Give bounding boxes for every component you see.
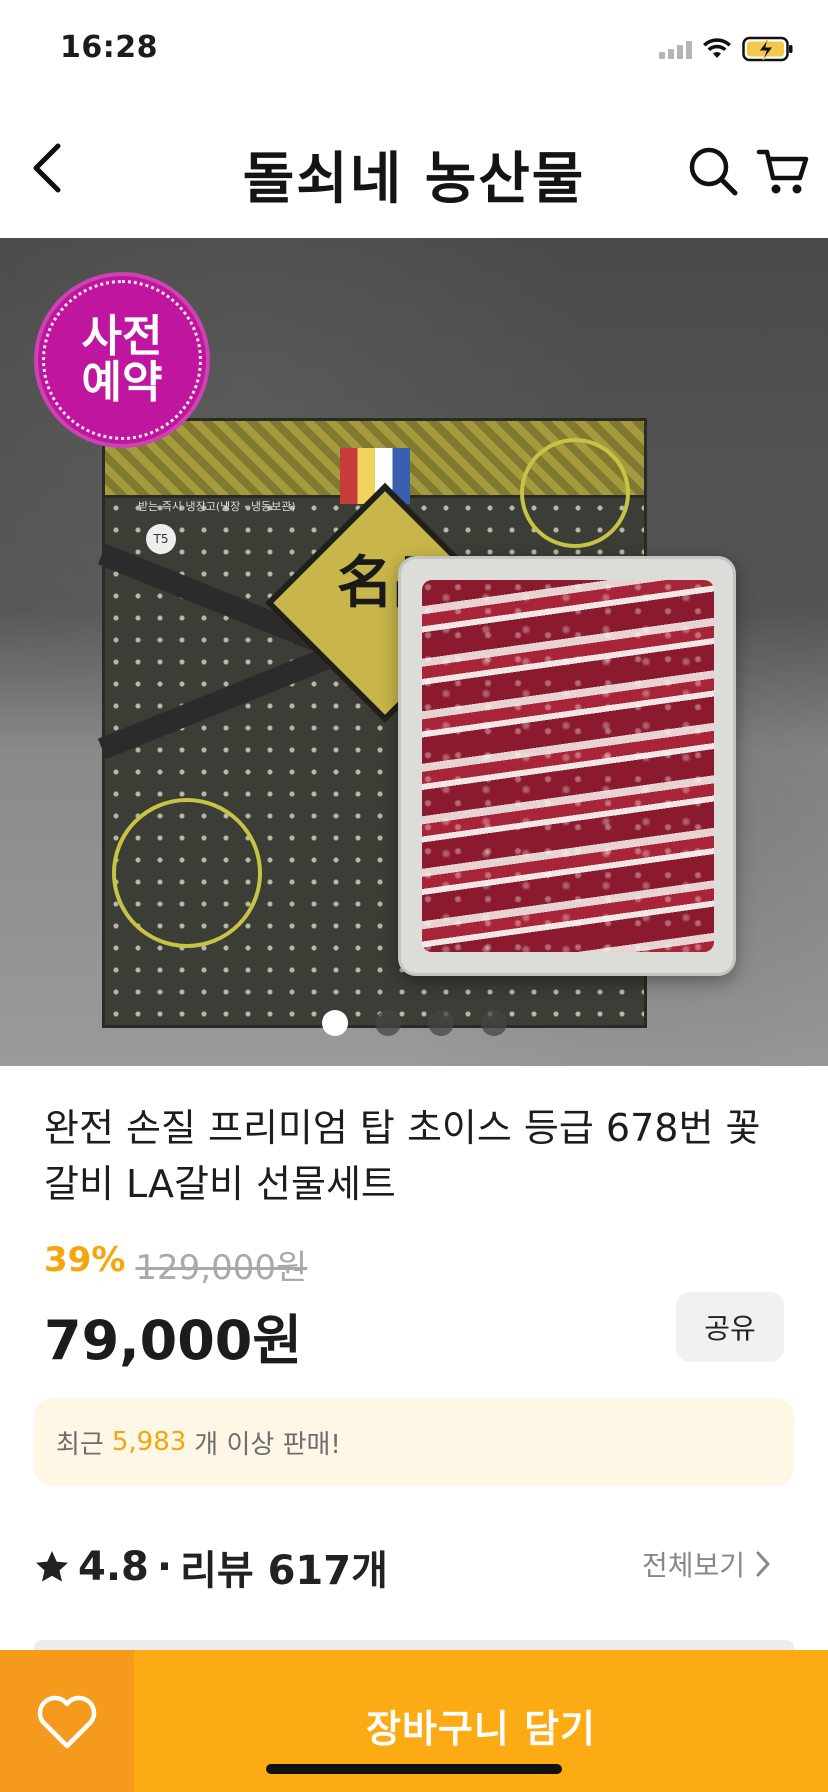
home-indicator bbox=[266, 1764, 562, 1774]
share-button[interactable]: 공유 bbox=[676, 1292, 784, 1362]
back-button[interactable] bbox=[28, 140, 78, 200]
flower-pattern bbox=[112, 798, 262, 948]
product-image-carousel[interactable]: 名品 받는 즉시 냉장고(냉장 · 냉동보관) T5 사전 예약 bbox=[0, 238, 828, 1066]
carousel-dot-1[interactable] bbox=[321, 1010, 348, 1036]
battery-charging-icon bbox=[742, 36, 793, 62]
flower-pattern bbox=[520, 438, 630, 548]
sales-count: 5,983 bbox=[111, 1427, 187, 1457]
cart-icon bbox=[756, 149, 809, 194]
status-bar: 16:28 bbox=[0, 0, 828, 100]
heart-icon bbox=[37, 1695, 97, 1749]
app-header: 돌쇠네 농산물 bbox=[0, 110, 828, 230]
signal-icon bbox=[659, 39, 692, 59]
original-price: 129,000원 bbox=[135, 1248, 308, 1288]
gift-box-tag: T5 bbox=[146, 524, 176, 554]
product-title: 완전 손질 프리미엄 탑 초이스 등급 678번 꽃갈비 LA갈비 선물세트 bbox=[44, 1106, 761, 1206]
chevron-right-icon bbox=[756, 1551, 770, 1577]
star-icon bbox=[36, 1551, 68, 1582]
wifi-icon bbox=[703, 38, 731, 58]
carousel-dot-2[interactable] bbox=[374, 1010, 401, 1036]
sales-suffix: 개 이상 판매! bbox=[194, 1429, 341, 1460]
sales-count-banner: 최근 5,983 개 이상 판매! bbox=[34, 1398, 794, 1486]
status-time: 16:28 bbox=[60, 30, 158, 65]
carousel-dot-4[interactable] bbox=[480, 1010, 507, 1036]
discount-rate: 39% bbox=[44, 1240, 126, 1280]
sale-price: 79,000원 bbox=[44, 1309, 303, 1372]
review-count: 리뷰 617개 bbox=[180, 1548, 388, 1594]
chevron-left-icon bbox=[33, 143, 61, 193]
status-icons bbox=[659, 36, 794, 62]
carousel-dot-3[interactable] bbox=[427, 1010, 454, 1036]
see-all-label: 전체보기 bbox=[642, 1549, 746, 1582]
search-icon bbox=[689, 147, 738, 196]
gift-box-caption: 받는 즉시 냉장고(냉장 · 냉동보관) bbox=[138, 500, 296, 513]
search-button[interactable] bbox=[686, 144, 740, 198]
rating-separator: · bbox=[156, 1544, 173, 1590]
see-all-reviews-link[interactable]: 전체보기 bbox=[642, 1544, 771, 1584]
discount-row: 39% 129,000원 bbox=[44, 1240, 307, 1289]
carousel-pagination bbox=[0, 1010, 828, 1036]
cart-button[interactable] bbox=[756, 144, 810, 198]
sales-prefix: 최근 bbox=[56, 1429, 104, 1460]
badge-star-ring bbox=[42, 280, 202, 440]
rating-summary: 4.8 · 리뷰 617개 bbox=[34, 1538, 388, 1596]
pre-order-badge: 사전 예약 bbox=[34, 272, 210, 448]
la-galbi-meat bbox=[422, 580, 714, 952]
wishlist-button[interactable] bbox=[0, 1650, 134, 1792]
rating-value: 4.8 bbox=[78, 1544, 149, 1590]
